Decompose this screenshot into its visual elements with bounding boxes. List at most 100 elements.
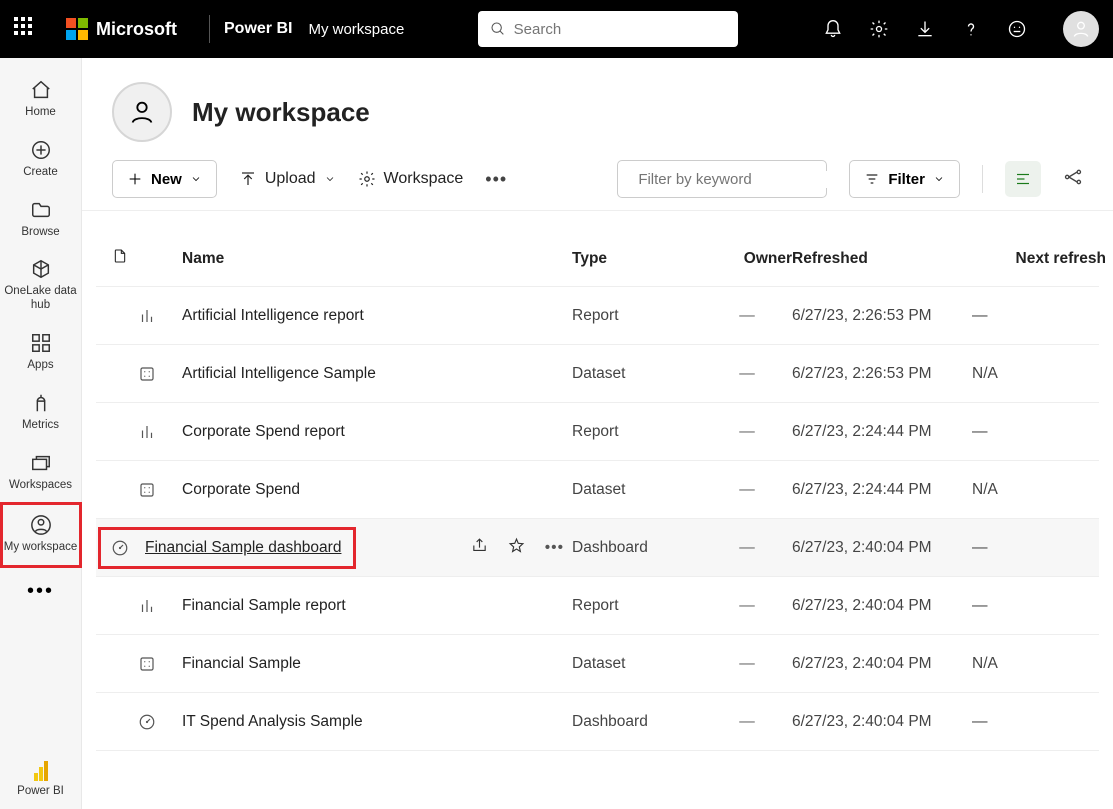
row-name[interactable]: Corporate Spend report (182, 423, 572, 441)
upload-button[interactable]: Upload (239, 170, 336, 188)
nav-browse[interactable]: Browse (0, 190, 82, 250)
lineage-view-icon[interactable] (1063, 167, 1083, 192)
table-row[interactable]: Financial SampleDataset—6/27/23, 2:40:04… (96, 635, 1099, 693)
row-name[interactable]: Financial Sample (182, 655, 572, 673)
nav-home[interactable]: Home (0, 70, 82, 130)
row-type: Dataset (572, 365, 702, 383)
row-next: — (972, 307, 1112, 325)
row-refreshed: 6/27/23, 2:40:04 PM (792, 713, 972, 731)
row-name[interactable]: Artificial Intelligence report (182, 307, 572, 325)
row-name[interactable]: Corporate Spend (182, 481, 572, 499)
browse-icon (29, 198, 53, 222)
nav-apps[interactable]: Apps (0, 323, 82, 383)
create-icon (29, 138, 53, 162)
table-row[interactable]: Financial Sample dashboard•••Dashboard—6… (96, 519, 1099, 577)
filter-input[interactable] (638, 171, 837, 188)
feedback-icon[interactable] (1007, 19, 1027, 39)
user-avatar[interactable] (1063, 11, 1099, 47)
microsoft-text: Microsoft (96, 19, 177, 40)
new-button[interactable]: New (112, 160, 217, 198)
table-row[interactable]: Corporate SpendDataset—6/27/23, 2:24:44 … (96, 461, 1099, 519)
dataset-icon (112, 481, 182, 499)
header-workspace-name[interactable]: My workspace (308, 21, 404, 38)
report-icon (112, 423, 182, 441)
content-table: Name Type Owner Refreshed Next refresh A… (82, 231, 1113, 751)
app-launcher-icon[interactable] (14, 17, 38, 41)
chevron-down-icon (933, 173, 945, 185)
row-name[interactable]: Artificial Intelligence Sample (182, 365, 572, 383)
row-refreshed: 6/27/23, 2:40:04 PM (792, 597, 972, 615)
row-next: N/A (972, 365, 1112, 383)
row-owner: — (702, 655, 792, 673)
table-header: Name Type Owner Refreshed Next refresh (96, 231, 1099, 287)
table-row[interactable]: Financial Sample reportReport—6/27/23, 2… (96, 577, 1099, 635)
nav-create[interactable]: Create (0, 130, 82, 190)
dashboard-icon (111, 539, 129, 557)
row-owner: — (702, 597, 792, 615)
notifications-icon[interactable] (823, 19, 843, 39)
row-owner: — (702, 423, 792, 441)
filter-keyword[interactable] (617, 160, 827, 198)
main-content: My workspace New Upload Workspace ••• Fi… (82, 58, 1113, 809)
left-nav: Home Create Browse OneLake data hub Apps… (0, 58, 82, 809)
dashboard-icon (112, 713, 182, 731)
workspace-settings-button[interactable]: Workspace (358, 170, 464, 188)
divider (982, 165, 983, 193)
row-name[interactable]: Financial Sample dashboard (145, 539, 341, 557)
table-row[interactable]: Artificial Intelligence reportReport—6/2… (96, 287, 1099, 345)
row-refreshed: 6/27/23, 2:26:53 PM (792, 307, 972, 325)
help-icon[interactable] (961, 19, 981, 39)
search-input[interactable] (514, 21, 726, 38)
nav-powerbi[interactable]: Power BI (0, 753, 82, 809)
row-type: Dataset (572, 481, 702, 499)
row-next: — (972, 423, 1112, 441)
row-owner: — (702, 481, 792, 499)
nav-onelake[interactable]: OneLake data hub (0, 249, 82, 323)
share-icon[interactable] (471, 537, 488, 559)
filter-button[interactable]: Filter (849, 160, 960, 198)
th-type[interactable]: Type (572, 250, 702, 268)
microsoft-logo[interactable]: Microsoft (66, 18, 177, 40)
toolbar-more-icon[interactable]: ••• (485, 169, 507, 190)
table-row[interactable]: IT Spend Analysis SampleDashboard—6/27/2… (96, 693, 1099, 751)
nav-metrics[interactable]: Metrics (0, 383, 82, 443)
row-next: — (972, 539, 1112, 557)
page-title: My workspace (192, 97, 370, 128)
star-icon[interactable] (508, 537, 525, 559)
nav-more-icon[interactable]: ••• (27, 568, 54, 615)
settings-icon[interactable] (869, 19, 889, 39)
table-row[interactable]: Artificial Intelligence SampleDataset—6/… (96, 345, 1099, 403)
row-refreshed: 6/27/23, 2:24:44 PM (792, 481, 972, 499)
th-name[interactable]: Name (182, 250, 572, 268)
th-owner[interactable]: Owner (702, 250, 792, 268)
row-name[interactable]: IT Spend Analysis Sample (182, 713, 572, 731)
row-type: Report (572, 423, 702, 441)
row-owner: — (702, 365, 792, 383)
row-owner: — (702, 307, 792, 325)
list-view-button[interactable] (1005, 161, 1041, 197)
download-icon[interactable] (915, 19, 935, 39)
th-next[interactable]: Next refresh (972, 250, 1112, 268)
chevron-down-icon (324, 173, 336, 185)
row-type: Report (572, 597, 702, 615)
workspaces-icon (29, 451, 53, 475)
row-refreshed: 6/27/23, 2:40:04 PM (792, 655, 972, 673)
nav-my-workspace[interactable]: My workspace (0, 502, 82, 568)
row-type: Report (572, 307, 702, 325)
report-icon (112, 307, 182, 325)
chevron-down-icon (190, 173, 202, 185)
workspace-header: My workspace (82, 58, 1113, 160)
row-more-icon[interactable]: ••• (545, 539, 564, 557)
brand-label[interactable]: Power BI (224, 20, 292, 38)
onelake-icon (29, 257, 53, 281)
header-actions (823, 11, 1099, 47)
my-workspace-icon (29, 513, 53, 537)
list-icon (1014, 170, 1032, 188)
row-name[interactable]: Financial Sample report (182, 597, 572, 615)
dataset-icon (112, 365, 182, 383)
th-refreshed[interactable]: Refreshed (792, 250, 972, 268)
row-refreshed: 6/27/23, 2:26:53 PM (792, 365, 972, 383)
nav-workspaces[interactable]: Workspaces (0, 443, 82, 503)
table-row[interactable]: Corporate Spend reportReport—6/27/23, 2:… (96, 403, 1099, 461)
global-search[interactable] (478, 11, 738, 47)
